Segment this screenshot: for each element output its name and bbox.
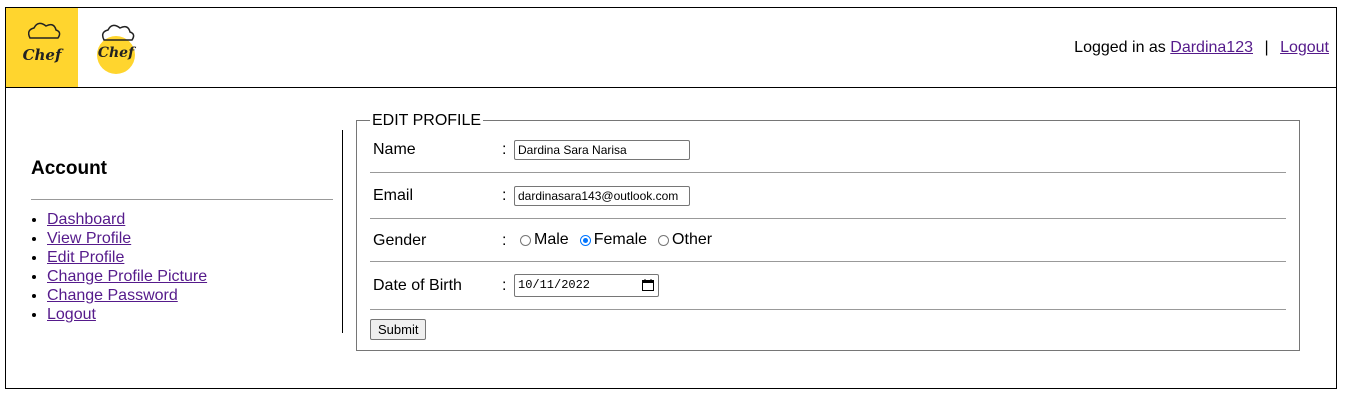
- email-colon: :: [502, 187, 507, 204]
- row-divider: [370, 172, 1286, 173]
- sidebar-item-change-picture: Change Profile Picture: [47, 267, 207, 286]
- gender-radio-group: Male Female Other: [517, 231, 720, 249]
- male-radio[interactable]: [520, 234, 531, 246]
- sidebar-logout-link[interactable]: Logout: [47, 306, 96, 323]
- other-label: Other: [672, 231, 713, 248]
- dob-colon: :: [502, 277, 507, 294]
- dashboard-link[interactable]: Dashboard: [47, 211, 125, 228]
- sidebar-divider: [31, 199, 333, 200]
- row-divider: [370, 218, 1286, 219]
- sidebar-item-dashboard: Dashboard: [47, 210, 207, 229]
- change-password-link[interactable]: Change Password: [47, 287, 178, 304]
- female-radio[interactable]: [579, 234, 591, 246]
- female-label: Female: [593, 231, 648, 248]
- name-input[interactable]: Dardina Sara Narisa: [514, 140, 690, 160]
- view-profile-link[interactable]: View Profile: [47, 230, 131, 247]
- male-label: Male: [534, 231, 569, 248]
- sidebar-title: Account: [31, 158, 107, 179]
- other-radio[interactable]: [658, 234, 670, 246]
- gender-option-female[interactable]: Female: [577, 231, 647, 249]
- svg-text:Chef: Chef: [98, 45, 137, 61]
- sidebar-menu: Dashboard View Profile Edit Profile Chan…: [28, 210, 207, 324]
- fieldset-legend: EDIT PROFILE: [370, 112, 484, 130]
- gender-colon: :: [502, 232, 507, 249]
- header-logout-link[interactable]: Logout: [1280, 39, 1329, 56]
- row-divider: [370, 261, 1286, 262]
- header-divider-left: [6, 87, 150, 88]
- login-status: Logged in as Dardina123 | Logout: [1074, 39, 1329, 57]
- sidebar-item-change-password: Change Password: [47, 286, 207, 305]
- row-divider: [370, 309, 1286, 310]
- submit-button[interactable]: Submit: [370, 319, 427, 340]
- edit-profile-link[interactable]: Edit Profile: [47, 249, 124, 266]
- svg-text:Chef: Chef: [23, 46, 64, 64]
- dob-label: Date of Birth: [373, 277, 462, 294]
- dob-date-input[interactable]: 10/11/2022: [514, 274, 659, 297]
- email-input[interactable]: dardinasara143@outlook.com: [514, 186, 690, 206]
- dob-value: 10/11/2022: [518, 278, 591, 292]
- email-label: Email: [373, 187, 414, 204]
- change-profile-picture-link[interactable]: Change Profile Picture: [47, 268, 207, 285]
- logged-in-prefix: Logged in as: [1074, 39, 1166, 56]
- sidebar-item-view-profile: View Profile: [47, 229, 207, 248]
- name-label: Name: [373, 141, 416, 158]
- name-colon: :: [502, 141, 507, 158]
- gender-option-male[interactable]: Male: [517, 231, 569, 249]
- edit-profile-fieldset: [356, 120, 1300, 351]
- chef-logo-secondary[interactable]: Chef: [78, 8, 150, 87]
- chef-hat-icon: Chef: [23, 22, 64, 64]
- gender-label: Gender: [373, 232, 427, 249]
- calendar-icon[interactable]: [642, 279, 654, 291]
- header-separator: |: [1264, 39, 1269, 56]
- sidebar-item-logout: Logout: [47, 305, 207, 324]
- sidebar-item-edit-profile: Edit Profile: [47, 248, 207, 267]
- chef-logo-primary[interactable]: Chef: [6, 8, 78, 87]
- header-divider: [150, 87, 1336, 88]
- username-link[interactable]: Dardina123: [1170, 39, 1253, 56]
- chef-badge-icon: Chef: [97, 24, 137, 74]
- content-divider: [342, 130, 343, 333]
- gender-option-other[interactable]: Other: [655, 231, 712, 249]
